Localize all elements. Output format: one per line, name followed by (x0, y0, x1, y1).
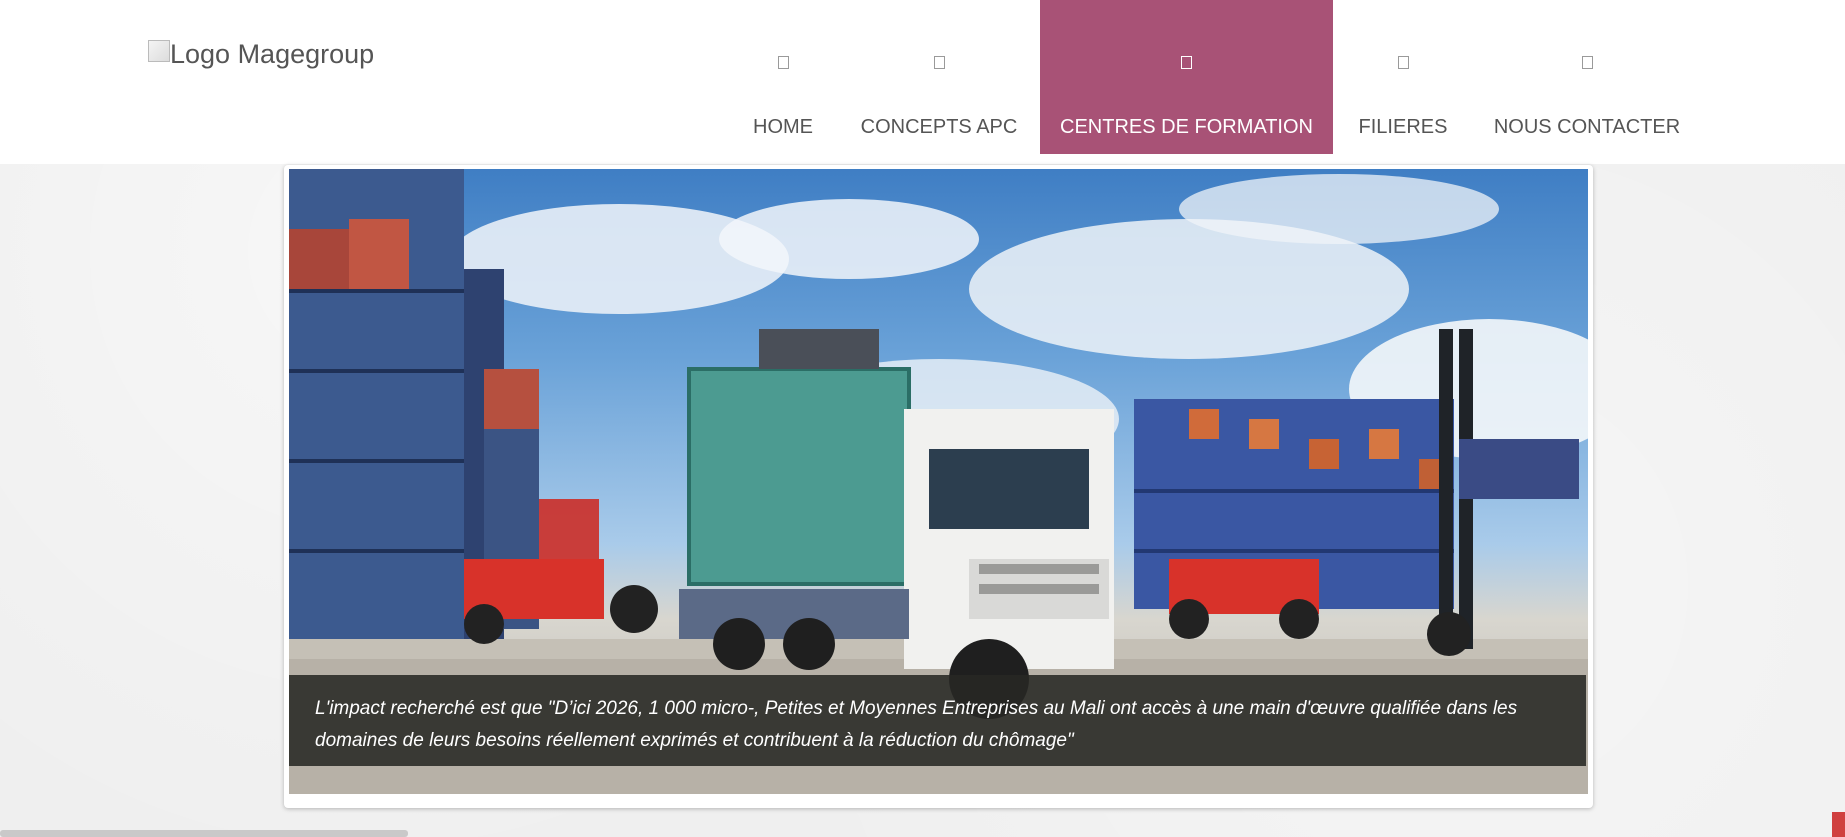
horizontal-scrollbar[interactable] (0, 830, 408, 837)
logo-link[interactable]: Logo Magegroup (148, 39, 374, 70)
nav-filieres[interactable]: FILIERES (1350, 0, 1456, 154)
nav-home-label: HOME (753, 116, 813, 138)
nav-centres-de-formation[interactable]: CENTRES DE FORMATION (1040, 0, 1333, 154)
corner-widget-button[interactable] (1832, 812, 1845, 837)
list-icon (1397, 56, 1409, 69)
home-icon (777, 56, 789, 69)
hero-caption-line2: domaines de leurs besoins réellement exp… (315, 730, 1074, 751)
nav-nous-contacter[interactable]: NOUS CONTACTER (1493, 0, 1681, 154)
logo-alt-text: Logo Magegroup (170, 39, 375, 69)
envelope-icon (1581, 56, 1593, 69)
nav-nous-contacter-label: NOUS CONTACTER (1493, 116, 1681, 138)
nav-concepts-apc[interactable]: CONCEPTS APC (856, 0, 1022, 154)
nav-centres-de-formation-label: CENTRES DE FORMATION (1060, 116, 1313, 138)
nav-concepts-apc-label: CONCEPTS APC (860, 116, 1018, 138)
hero-caption: L'impact recherché est que "D’ici 2026, … (289, 675, 1586, 766)
book-icon (933, 56, 945, 69)
broken-image-icon (148, 40, 170, 62)
nav-home[interactable]: HOME (742, 0, 824, 154)
nav-filieres-label: FILIERES (1358, 116, 1448, 138)
hero-caption-line1: L'impact recherché est que "D’ici 2026, … (315, 698, 1518, 719)
site-header: Logo Magegroup HOME CONCEPTS APC CENTRES… (0, 0, 1845, 164)
building-icon (1181, 56, 1192, 69)
